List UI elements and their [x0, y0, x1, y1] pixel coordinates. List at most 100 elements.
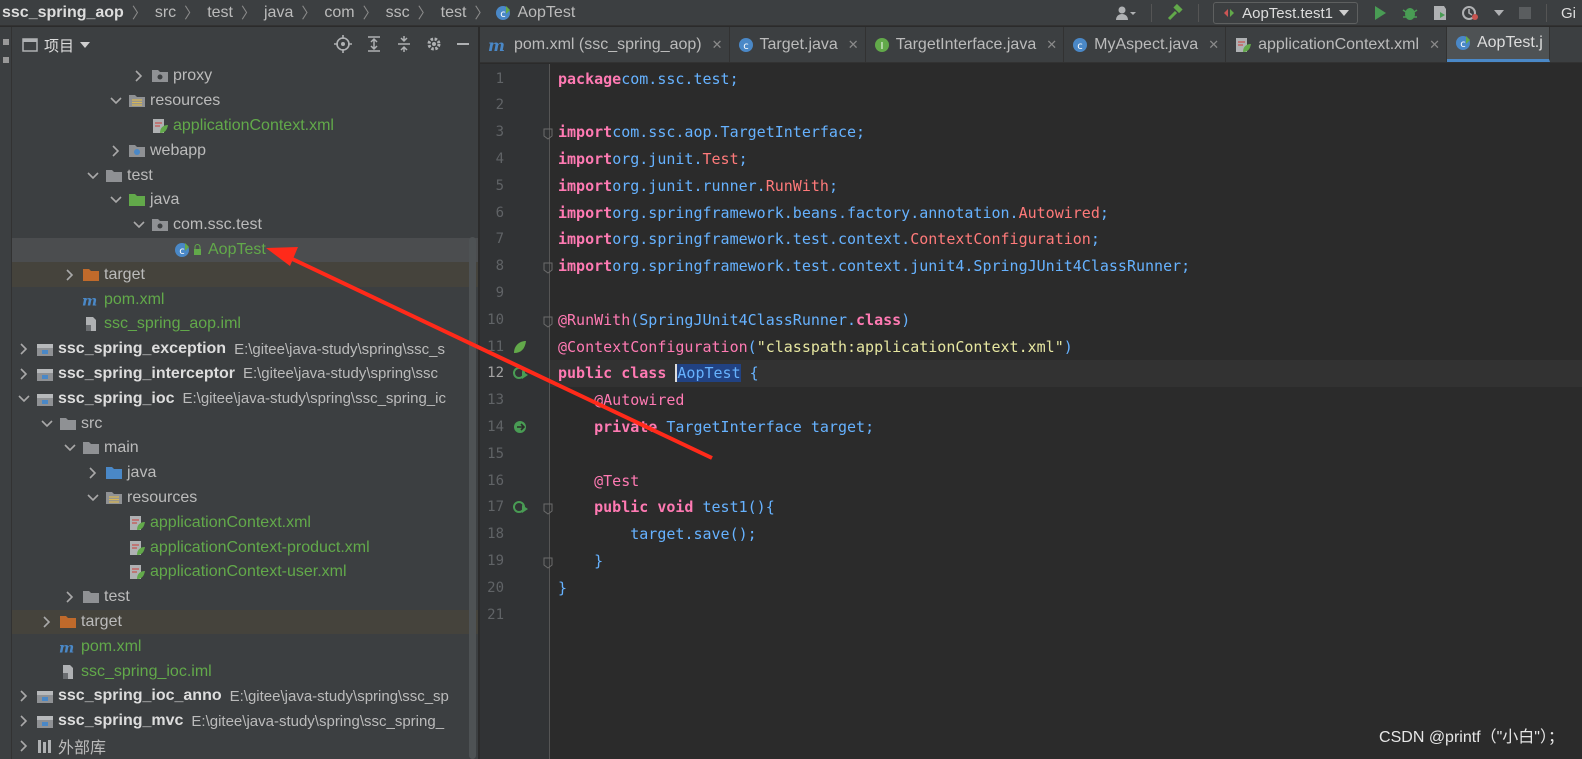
autowired-bean-icon[interactable]: [512, 419, 528, 435]
tree-item[interactable]: resources: [12, 486, 478, 511]
stop-icon[interactable]: [1518, 6, 1532, 20]
tree-item[interactable]: applicationContext-user.xml: [12, 560, 478, 585]
editor-tab[interactable]: m pom.xml (ssc_spring_aop) ✕: [480, 27, 730, 62]
editor-tab-active[interactable]: c AopTest.j: [1446, 27, 1550, 62]
editor-tab[interactable]: I TargetInterface.java ✕: [866, 27, 1065, 62]
fold-marker-icon[interactable]: [543, 315, 553, 328]
tree-item[interactable]: ssc_spring_mvc E:\gitee\java-study\spring…: [12, 709, 478, 734]
chevron-down-icon[interactable]: [108, 93, 124, 109]
tree-item[interactable]: applicationContext.xml: [12, 510, 478, 535]
collapse-all-icon[interactable]: [396, 35, 412, 53]
close-icon[interactable]: ✕: [848, 37, 859, 53]
tree-item[interactable]: test: [12, 163, 478, 188]
chevron-down-icon[interactable]: [62, 440, 78, 456]
chevron-right-icon[interactable]: [16, 713, 32, 729]
tree-item[interactable]: target: [12, 609, 478, 635]
tree-item[interactable]: src: [12, 411, 478, 436]
chevron-down-icon[interactable]: [39, 416, 55, 432]
build-hammer-icon[interactable]: [1166, 4, 1184, 22]
editor-tab[interactable]: applicationContext.xml ✕: [1226, 27, 1447, 62]
tree-item[interactable]: applicationContext.xml: [12, 114, 478, 139]
close-icon[interactable]: ✕: [1046, 37, 1057, 53]
chevron-right-icon[interactable]: [39, 614, 55, 630]
breadcrumb-item[interactable]: test: [439, 0, 469, 26]
chevron-right-icon[interactable]: [131, 68, 147, 84]
run-icon[interactable]: [1372, 5, 1388, 21]
tree-item[interactable]: main: [12, 436, 478, 461]
tool-window-button[interactable]: [3, 57, 9, 63]
tree-item[interactable]: m pom.xml: [12, 634, 478, 659]
tree-item[interactable]: java: [12, 188, 478, 213]
gear-icon[interactable]: [426, 36, 442, 52]
editor-tab[interactable]: c Target.java ✕: [730, 27, 866, 62]
user-icon[interactable]: [1115, 5, 1137, 21]
fold-marker-icon[interactable]: [543, 556, 553, 569]
profiler-icon[interactable]: [1462, 5, 1480, 21]
breadcrumb-item[interactable]: java: [262, 0, 295, 26]
breadcrumb-item[interactable]: test: [205, 0, 235, 26]
fold-marker-icon[interactable]: [543, 502, 553, 515]
tree-item[interactable]: 外部库: [12, 734, 478, 759]
tree-item[interactable]: target: [12, 262, 478, 288]
locate-target-icon[interactable]: [334, 35, 352, 53]
close-icon[interactable]: ✕: [1429, 37, 1440, 53]
breadcrumb-item[interactable]: ssc_spring_aop: [0, 0, 126, 26]
tree-item[interactable]: java: [12, 461, 478, 486]
tree-item[interactable]: ssc_spring_exception E:\gitee\java-study\…: [12, 337, 478, 362]
tree-item[interactable]: webapp: [12, 138, 478, 163]
chevron-right-icon[interactable]: [62, 589, 78, 605]
line-number: 10: [487, 311, 504, 328]
chevron-down-icon[interactable]: [131, 217, 147, 233]
breadcrumb-separator: 〉: [301, 5, 317, 22]
spring-bean-icon[interactable]: [512, 339, 528, 355]
project-tree-scrollbar[interactable]: [469, 237, 476, 759]
run-test-icon[interactable]: [512, 365, 528, 381]
run-configuration-selector[interactable]: AopTest.test1: [1213, 2, 1358, 24]
code-editor[interactable]: 1 2 3 4 5 6 7 8 9 10 11 12 13 14 15 16 17 18 19 20 21 packag…: [480, 64, 1582, 759]
breadcrumb-item-current[interactable]: AopTest: [515, 0, 577, 26]
chevron-right-icon[interactable]: [16, 341, 32, 357]
chevron-down-icon[interactable]: [1494, 10, 1504, 16]
code-token: class: [856, 310, 902, 329]
tree-item[interactable]: proxy: [12, 64, 478, 89]
chevron-right-icon[interactable]: [108, 143, 124, 159]
chevron-right-icon[interactable]: [62, 267, 78, 283]
run-test-icon[interactable]: [512, 499, 528, 515]
code-token: com.ssc.test;: [621, 69, 739, 88]
tree-item[interactable]: applicationContext-product.xml: [12, 535, 478, 560]
tree-item[interactable]: ssc_spring_aop.iml: [12, 312, 478, 337]
chevron-right-icon[interactable]: [16, 738, 32, 754]
tree-item-label: src: [81, 414, 103, 432]
tool-window-button[interactable]: [3, 39, 9, 45]
chevron-right-icon[interactable]: [85, 465, 101, 481]
tree-item[interactable]: ssc_spring_ioc.iml: [12, 659, 478, 684]
chevron-right-icon[interactable]: [16, 366, 32, 382]
expand-all-icon[interactable]: [366, 35, 382, 53]
tree-item[interactable]: m pom.xml: [12, 287, 478, 312]
chevron-down-icon[interactable]: [16, 391, 32, 407]
git-label[interactable]: Gi: [1561, 5, 1576, 22]
chevron-right-icon[interactable]: [16, 688, 32, 704]
chevron-down-icon[interactable]: [85, 490, 101, 506]
close-icon[interactable]: ✕: [1208, 37, 1219, 53]
chevron-down-icon[interactable]: [85, 168, 101, 184]
coverage-icon[interactable]: [1432, 5, 1448, 21]
tree-item[interactable]: test: [12, 585, 478, 610]
breadcrumb-item[interactable]: src: [153, 0, 178, 26]
chevron-down-icon[interactable]: [108, 192, 124, 208]
tree-item[interactable]: ssc_spring_ioc E:\gitee\java-study\spring…: [12, 386, 478, 411]
fold-marker-icon[interactable]: [543, 261, 553, 274]
breadcrumb-item[interactable]: com: [322, 0, 356, 26]
minimize-icon[interactable]: [456, 37, 470, 51]
debug-icon[interactable]: [1402, 5, 1418, 21]
project-view-selector[interactable]: 项目: [22, 35, 91, 56]
tree-item[interactable]: c AopTest: [12, 237, 478, 263]
tree-item[interactable]: ssc_spring_ioc_anno E:\gitee\java-study\s…: [12, 684, 478, 709]
tree-item[interactable]: ssc_spring_interceptor E:\gitee\java-stud…: [12, 362, 478, 387]
editor-tab[interactable]: c MyAspect.java ✕: [1064, 27, 1227, 62]
fold-marker-icon[interactable]: [543, 127, 553, 140]
tree-item[interactable]: resources: [12, 89, 478, 114]
tree-item[interactable]: com.ssc.test: [12, 213, 478, 238]
breadcrumb-item[interactable]: ssc: [384, 0, 412, 26]
close-icon[interactable]: ✕: [712, 37, 723, 53]
